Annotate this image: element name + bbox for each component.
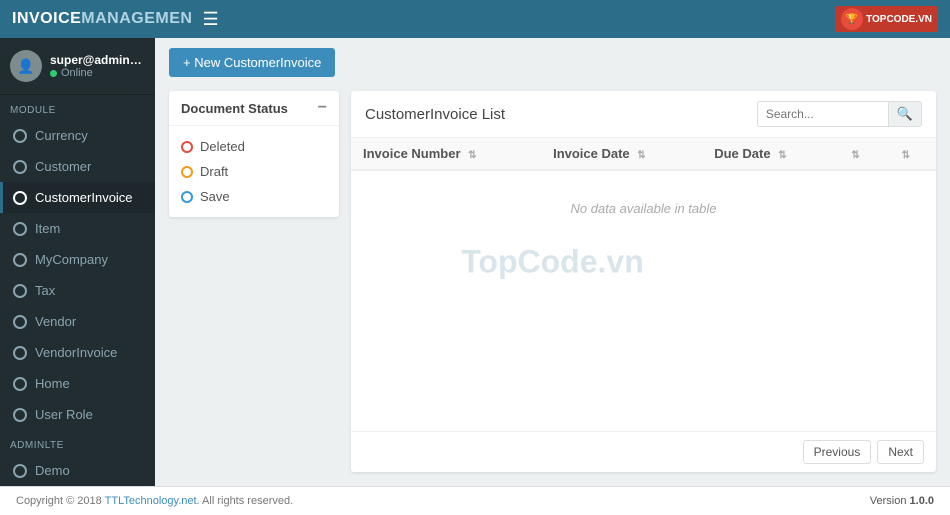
radio-deleted-icon (181, 141, 193, 153)
footer-link[interactable]: TTLTechnology.net. (105, 495, 200, 507)
filter-option-save[interactable]: Save (181, 184, 327, 209)
sidebar-item-mycompany[interactable]: MyCompany (0, 244, 155, 275)
sidebar-user: 👤 super@admin.com Online (0, 38, 155, 95)
filter-options: Deleted Draft Save (169, 126, 339, 217)
circle-icon (13, 129, 27, 143)
main-content: + New CustomerInvoice Document Status − (155, 38, 950, 486)
radio-draft-icon (181, 166, 193, 178)
sidebar-item-item[interactable]: Item (0, 213, 155, 244)
top-nav: INVOICEMANAGEMEN ☰ 🏆 TOPCODE.VN (0, 0, 950, 38)
user-info: super@admin.com Online (50, 53, 145, 79)
filter-option-draft[interactable]: Draft (181, 159, 327, 184)
brand-mgmt: MANAGEMEN (81, 10, 192, 27)
table-header-row: Invoice Number ⇅ Invoice Date ⇅ Due Date (351, 138, 936, 170)
invoice-panel-header: CustomerInvoice List 🔍 (351, 91, 936, 138)
module-section-label: MODULE (0, 95, 155, 120)
main-content-inner: + New CustomerInvoice Document Status − (155, 38, 950, 486)
footer-copyright: Copyright © 2018 TTLTechnology.net. All … (16, 495, 293, 507)
sidebar-item-customerinvoice[interactable]: CustomerInvoice (0, 182, 155, 213)
filter-collapse-button[interactable]: − (318, 99, 327, 117)
circle-icon (13, 346, 27, 360)
sidebar-item-currency[interactable]: Currency (0, 120, 155, 151)
no-data-message: No data available in table (351, 170, 936, 246)
circle-icon (13, 315, 27, 329)
hamburger-icon[interactable]: ☰ (202, 9, 218, 30)
sort-icon: ⇅ (851, 150, 859, 161)
circle-icon (13, 377, 27, 391)
avatar: 👤 (10, 50, 42, 82)
footer: Copyright © 2018 TTLTechnology.net. All … (0, 486, 950, 515)
sidebar-item-userrole[interactable]: User Role (0, 399, 155, 430)
col-invoice-number[interactable]: Invoice Number ⇅ (351, 138, 541, 170)
circle-icon (13, 222, 27, 236)
circle-icon (13, 464, 27, 478)
content-area: Document Status − Deleted Draft (155, 77, 950, 486)
action-bar: + New CustomerInvoice (155, 38, 950, 77)
invoice-list-title: CustomerInvoice List (365, 106, 505, 123)
previous-button[interactable]: Previous (803, 440, 872, 464)
logo-icon: 🏆 (841, 8, 863, 30)
circle-icon (13, 160, 27, 174)
search-input[interactable] (758, 103, 888, 125)
brand-inv: INVOICE (12, 10, 81, 27)
sidebar-item-customer[interactable]: Customer (0, 151, 155, 182)
sort-icon: ⇅ (902, 150, 910, 161)
radio-save-icon (181, 191, 193, 203)
new-invoice-button[interactable]: + New CustomerInvoice (169, 48, 335, 77)
circle-icon (13, 284, 27, 298)
body-wrapper: 👤 super@admin.com Online MODULE Currency… (0, 38, 950, 486)
filter-option-deleted[interactable]: Deleted (181, 134, 327, 159)
table-row-empty: No data available in table (351, 170, 936, 246)
search-button[interactable]: 🔍 (888, 102, 921, 126)
sort-icon: ⇅ (778, 150, 786, 161)
invoice-panel: CustomerInvoice List 🔍 Invoice Number (351, 91, 936, 472)
filter-card: Document Status − Deleted Draft (169, 91, 339, 217)
topcode-logo: 🏆 TOPCODE.VN (835, 6, 938, 32)
footer-version: Version 1.0.0 (870, 495, 934, 507)
sidebar-item-vendorinvoice[interactable]: VendorInvoice (0, 337, 155, 368)
sidebar-item-demo[interactable]: Demo (0, 455, 155, 486)
brand: INVOICEMANAGEMEN (12, 10, 192, 28)
filter-title: Document Status (181, 101, 288, 116)
username: super@admin.com (50, 53, 145, 67)
sidebar-item-tax[interactable]: Tax (0, 275, 155, 306)
sidebar-item-vendor[interactable]: Vendor (0, 306, 155, 337)
sidebar: 👤 super@admin.com Online MODULE Currency… (0, 38, 155, 486)
filter-panel: Document Status − Deleted Draft (169, 91, 339, 472)
next-button[interactable]: Next (877, 440, 924, 464)
col-due-date[interactable]: Due Date ⇅ (702, 138, 835, 170)
circle-icon (13, 253, 27, 267)
sort-icon: ⇅ (468, 150, 476, 161)
invoice-table: Invoice Number ⇅ Invoice Date ⇅ Due Date (351, 138, 936, 431)
col-extra2[interactable]: ⇅ (886, 138, 936, 170)
status-dot (50, 70, 57, 77)
user-status: Online (50, 67, 145, 79)
circle-icon (13, 408, 27, 422)
adminlte-section-label: ADMINLTE (0, 430, 155, 455)
col-extra1[interactable]: ⇅ (835, 138, 885, 170)
circle-icon (13, 191, 27, 205)
sort-icon: ⇅ (637, 150, 645, 161)
sidebar-item-home[interactable]: Home (0, 368, 155, 399)
pagination: Previous Next (351, 431, 936, 472)
search-box: 🔍 (757, 101, 922, 127)
filter-header: Document Status − (169, 91, 339, 126)
col-invoice-date[interactable]: Invoice Date ⇅ (541, 138, 702, 170)
